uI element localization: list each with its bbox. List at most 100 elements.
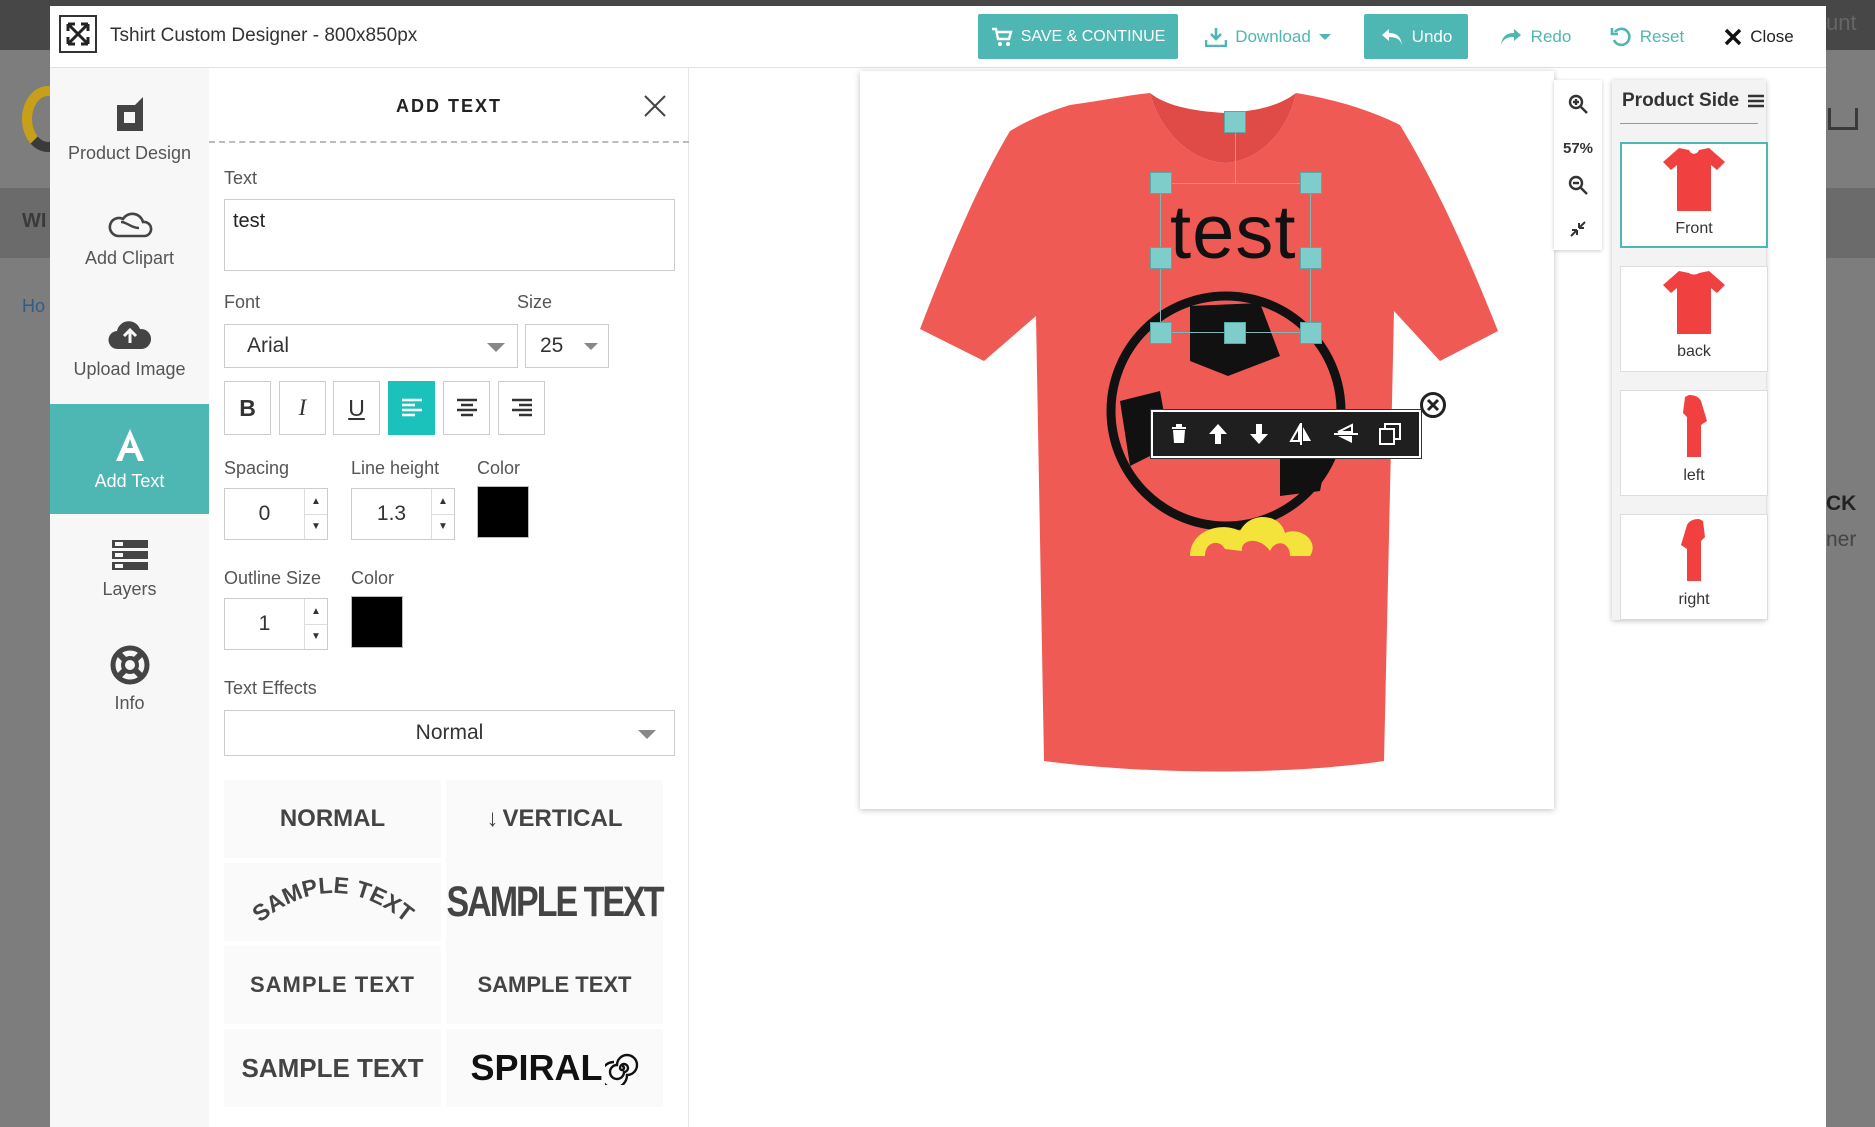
nav-item-add-clipart[interactable]: Add Clipart	[50, 184, 209, 294]
download-button[interactable]: Download	[1198, 14, 1338, 59]
text-effects-select[interactable]: Normal	[224, 710, 675, 756]
side-thumb-label: Front	[1675, 220, 1713, 237]
move-up-icon[interactable]	[1208, 423, 1228, 445]
zoom-out-icon[interactable]	[1554, 175, 1602, 199]
effect-ramp[interactable]: SAMPLE TEXT	[446, 946, 663, 1024]
divider	[1620, 123, 1758, 124]
text-color-swatch[interactable]	[477, 486, 529, 538]
background-cart-icon	[1828, 108, 1858, 130]
effect-vertical-label: VERTICAL	[502, 805, 623, 832]
spacing-stepper[interactable]: 0 ▲ ▼	[224, 488, 328, 540]
line-height-stepper[interactable]: 1.3 ▲ ▼	[351, 488, 455, 540]
side-thumb-front[interactable]: Front	[1620, 142, 1768, 248]
nav-item-info[interactable]: Info	[50, 624, 209, 734]
hamburger-menu-icon[interactable]	[1748, 94, 1764, 113]
svg-text:SAMPLE TEXT: SAMPLE TEXT	[247, 872, 418, 927]
side-thumb-label: back	[1677, 343, 1711, 360]
spiral-icon	[604, 1053, 638, 1085]
resize-handle-top-left[interactable]	[1150, 172, 1172, 194]
font-select[interactable]: Arial	[224, 324, 518, 368]
side-thumb-right[interactable]: right	[1620, 514, 1768, 620]
outline-color-label: Color	[351, 568, 395, 588]
text-color-label: Color	[477, 458, 521, 478]
fit-screen-icon[interactable]	[1554, 220, 1602, 242]
background-account-text: unt	[1826, 10, 1857, 35]
flip-vertical-icon[interactable]	[1333, 423, 1358, 445]
increment-icon[interactable]: ▲	[305, 599, 327, 625]
underline-button[interactable]: U	[333, 381, 380, 435]
background-side-text-1: CK	[1826, 492, 1857, 515]
outline-size-label: Outline Size	[224, 568, 322, 588]
nav-item-layers[interactable]: Layers	[50, 514, 209, 624]
nav-item-label: Upload Image	[73, 358, 186, 379]
effect-vertical[interactable]: ↓ VERTICAL	[446, 780, 663, 858]
resize-handle-middle-right[interactable]	[1300, 247, 1322, 269]
italic-button[interactable]: I	[279, 381, 326, 435]
side-thumb-left[interactable]: left	[1620, 390, 1768, 496]
align-center-button[interactable]	[443, 381, 490, 435]
panel-header: ADD TEXT	[209, 68, 689, 143]
outline-color-swatch[interactable]	[351, 596, 403, 648]
align-left-button[interactable]	[388, 381, 435, 435]
chevron-down-icon	[638, 730, 656, 739]
resize-handle-bottom-left[interactable]	[1150, 322, 1172, 344]
size-select[interactable]: 25	[525, 324, 609, 368]
nav-item-add-text[interactable]: Add Text	[50, 404, 209, 514]
chevron-down-icon	[487, 343, 505, 352]
object-toolbar	[1151, 410, 1421, 458]
duplicate-icon[interactable]	[1378, 423, 1401, 445]
side-thumb-label: left	[1683, 467, 1705, 484]
text-input[interactable]: test	[224, 199, 675, 271]
effect-small-caps[interactable]: SAMPLE TEXT	[224, 946, 441, 1024]
side-thumb-back[interactable]: back	[1620, 266, 1768, 372]
tshirt-left-thumb	[1683, 395, 1707, 457]
background-side-text-2: ner	[1826, 528, 1857, 551]
nav-item-upload-image[interactable]: Upload Image	[50, 294, 209, 404]
outline-size-stepper[interactable]: 1 ▲ ▼	[224, 598, 328, 650]
panel-close-icon[interactable]	[639, 90, 671, 122]
increment-icon[interactable]: ▲	[305, 489, 327, 515]
resize-handle-bottom-right[interactable]	[1300, 322, 1322, 344]
redo-button[interactable]: Redo	[1490, 14, 1580, 59]
background-heading-text: WI	[22, 210, 47, 232]
decrement-icon[interactable]: ▼	[305, 625, 327, 650]
bold-button[interactable]: B	[224, 381, 271, 435]
resize-handle-bottom-center[interactable]	[1224, 322, 1246, 344]
save-continue-button[interactable]: SAVE & CONTINUE	[978, 14, 1178, 59]
background-breadcrumb-text: Ho	[22, 296, 46, 316]
flip-horizontal-icon[interactable]	[1289, 423, 1313, 445]
increment-icon[interactable]: ▲	[432, 489, 454, 515]
effect-spiral[interactable]: SPIRAL	[446, 1029, 663, 1107]
nav-item-label: Info	[114, 692, 145, 713]
cart-icon	[991, 27, 1013, 46]
decrement-icon[interactable]: ▼	[305, 515, 327, 540]
designer-topbar: Tshirt Custom Designer - 800x850px SAVE …	[50, 6, 1826, 68]
reset-button[interactable]: Reset	[1602, 14, 1692, 59]
fullscreen-icon[interactable]	[59, 15, 97, 53]
close-button[interactable]: Close	[1714, 14, 1804, 59]
effect-arc[interactable]: SAMPLE TEXT	[224, 863, 441, 941]
effect-bulge[interactable]: SAMPLE TEXT	[446, 853, 665, 951]
clipart-icon	[108, 212, 152, 237]
align-right-button[interactable]	[498, 381, 545, 435]
left-nav: Product Design Add Clipart Upload Image …	[50, 68, 209, 1127]
resize-handle-middle-left[interactable]	[1150, 247, 1172, 269]
trash-icon[interactable]	[1171, 424, 1187, 444]
nav-item-product-design[interactable]: Product Design	[50, 74, 209, 184]
nav-item-label: Layers	[102, 578, 157, 599]
zoom-in-icon[interactable]	[1554, 94, 1602, 118]
effect-normal[interactable]: NORMAL	[224, 780, 441, 858]
effect-shrink[interactable]: SAMPLE TEXT	[224, 1029, 441, 1107]
side-thumb-label: right	[1678, 591, 1710, 608]
align-right-icon	[511, 398, 532, 417]
decrement-icon[interactable]: ▼	[432, 515, 454, 540]
download-label: Download	[1235, 26, 1311, 46]
undo-button[interactable]: Undo	[1364, 14, 1468, 59]
deselect-icon[interactable]	[1420, 392, 1446, 418]
zoom-level: 57%	[1562, 140, 1594, 157]
resize-handle-top-right[interactable]	[1300, 172, 1322, 194]
rotate-handle[interactable]	[1224, 111, 1246, 133]
move-down-icon[interactable]	[1249, 423, 1269, 445]
nav-item-label: Product Design	[67, 142, 192, 163]
reset-label: Reset	[1639, 26, 1685, 46]
